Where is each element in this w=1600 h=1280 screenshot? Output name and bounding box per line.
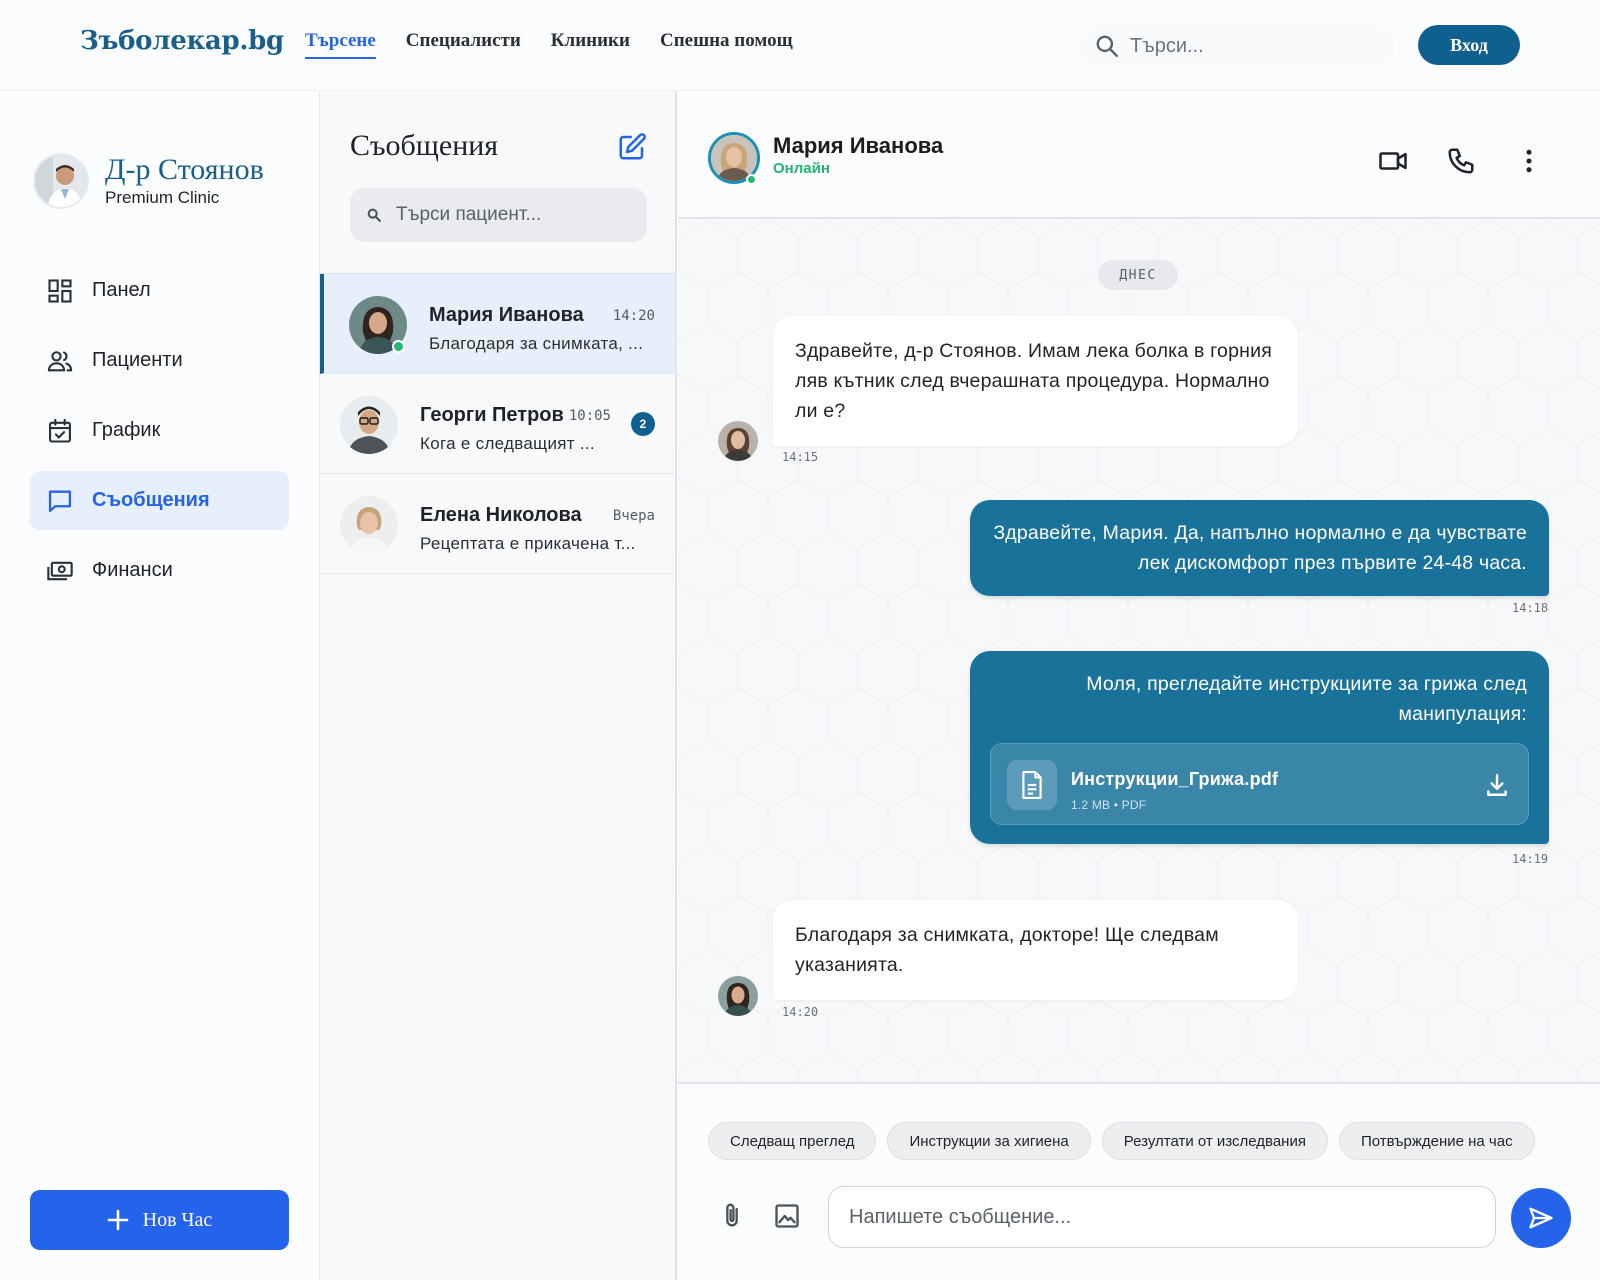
sender-avatar [718, 976, 758, 1016]
message-time: 14:18 [1512, 601, 1549, 615]
sidebar-item-label: Финанси [92, 559, 173, 581]
send-icon [1529, 1207, 1553, 1229]
message-composer: Следващ преглед Инструкции за хигиена Ре… [678, 1082, 1600, 1280]
sidebar-item-label: График [92, 419, 161, 441]
patient-search-input[interactable] [396, 204, 636, 226]
sidebar: Д-р Стоянов Premium Clinic Панел Пациент… [0, 91, 320, 1280]
online-indicator [746, 174, 757, 185]
doctor-profile[interactable]: Д-р Стоянов Premium Clinic [33, 153, 264, 209]
sender-avatar [718, 421, 758, 461]
sidebar-item-dashboard[interactable]: Панел [30, 261, 289, 320]
chat-icon [48, 490, 72, 512]
nav-link-specialists[interactable]: Специалисти [406, 30, 521, 59]
quick-reply-chip[interactable]: Инструкции за хигиена [887, 1122, 1091, 1160]
online-indicator [392, 340, 405, 353]
more-options-icon[interactable] [1514, 146, 1544, 176]
global-search-input[interactable] [1130, 34, 1370, 58]
phone-icon[interactable] [1446, 146, 1476, 176]
conversation-panel: Съобщения Мария Иванова 14:20 Благодаря … [320, 91, 677, 1280]
message-bubble-incoming: Благодаря за снимката, докторе! Ще следв… [773, 900, 1298, 1000]
quick-reply-chip[interactable]: Резултати от изследвания [1101, 1122, 1328, 1160]
sidebar-item-messages[interactable]: Съобщения [30, 471, 289, 530]
conversation-preview: Рецептата е прикачена т... [420, 534, 636, 553]
search-icon [1096, 35, 1118, 57]
message-bubble-outgoing: Здравейте, Мария. Да, напълно нормално е… [970, 500, 1549, 596]
conversation-item[interactable]: Мария Иванова 14:20 Благодаря за снимкат… [320, 274, 675, 374]
sidebar-item-patients[interactable]: Пациенти [30, 331, 289, 390]
doctor-name: Д-р Стоянов [105, 153, 264, 186]
nav-link-emergency[interactable]: Спешна помощ [660, 30, 793, 59]
download-icon[interactable] [1484, 772, 1510, 798]
message-bubble-outgoing: Моля, прегледайте инструкциите за грижа … [970, 651, 1549, 844]
money-icon [47, 561, 73, 580]
nav-link-search[interactable]: Търсене [305, 30, 376, 59]
file-icon-container [1007, 760, 1057, 810]
image-icon[interactable] [773, 1202, 801, 1230]
quick-reply-chip[interactable]: Следващ преглед [708, 1122, 877, 1160]
paperclip-icon[interactable] [718, 1202, 746, 1230]
video-call-icon[interactable] [1378, 146, 1408, 176]
conversation-name: Георги Петров [420, 404, 564, 426]
file-meta: 1.2 MB • PDF [1071, 798, 1147, 812]
top-navigation: Зъболекар.bg Търсене Специалисти Клиники… [0, 0, 1600, 91]
users-icon [47, 350, 73, 371]
conversation-time: Вчера [612, 508, 655, 524]
sidebar-item-label: Панел [92, 279, 151, 301]
conversation-item[interactable]: Елена Николова Вчера Рецептата е прикаче… [320, 474, 675, 574]
message-time: 14:19 [1512, 852, 1549, 866]
quick-reply-chip[interactable]: Потвърждение на час [1338, 1122, 1535, 1160]
message-text: Моля, прегледайте инструкциите за грижа … [1086, 673, 1527, 725]
calendar-icon [49, 418, 71, 443]
login-button[interactable]: Вход [1418, 25, 1520, 65]
compose-icon[interactable] [617, 132, 647, 162]
message-bubble-incoming: Здравейте, д-р Стоянов. Имам лека болка … [773, 316, 1298, 446]
search-icon [367, 208, 381, 222]
message-time: 14:20 [782, 1005, 819, 1019]
main-nav: Търсене Специалисти Клиники Спешна помощ [305, 30, 793, 59]
sidebar-item-label: Съобщения [92, 489, 210, 511]
global-search [1080, 25, 1395, 67]
new-appointment-button[interactable]: Нов Час [30, 1190, 289, 1250]
contact-name: Мария Иванова [773, 133, 944, 158]
file-attachment[interactable]: Инструкции_Грижа.pdf 1.2 MB • PDF [990, 743, 1529, 825]
new-appointment-label: Нов Час [142, 1208, 213, 1231]
conversation-list: Мария Иванова 14:20 Благодаря за снимкат… [320, 273, 675, 574]
brand-logo[interactable]: Зъболекар.bg [80, 26, 284, 56]
doctor-avatar [33, 153, 89, 209]
conversations-title: Съобщения [350, 129, 499, 162]
clinic-name: Premium Clinic [105, 188, 220, 207]
patient-search [350, 188, 647, 242]
sidebar-item-finance[interactable]: Финанси [30, 541, 289, 600]
day-separator: ДНЕС [1098, 260, 1178, 290]
conversation-time: 10:05 [568, 408, 611, 424]
send-button[interactable] [1511, 1188, 1571, 1248]
conversation-name: Елена Николова [420, 504, 582, 526]
conversation-time: 14:20 [612, 308, 655, 324]
conversation-preview: Благодаря за снимката, ... [429, 334, 644, 353]
sidebar-item-label: Пациенти [92, 349, 183, 371]
chat-header: Мария Иванова Онлайн [678, 99, 1600, 219]
message-time: 14:15 [782, 450, 819, 464]
conversation-preview: Кога е следващият ... [420, 434, 595, 453]
chat-panel: Мария Иванова Онлайн ДНЕС Здравейте, д-р… [678, 91, 1600, 1280]
patient-avatar [340, 496, 398, 554]
document-icon [1022, 771, 1042, 799]
quick-replies: Следващ преглед Инструкции за хигиена Ре… [708, 1122, 1535, 1160]
message-thread: ДНЕС Здравейте, д-р Стоянов. Имам лека б… [678, 220, 1600, 1082]
unread-badge: 2 [631, 412, 655, 436]
patient-avatar [340, 396, 398, 454]
message-input[interactable] [828, 1186, 1496, 1248]
nav-link-clinics[interactable]: Клиники [551, 30, 630, 59]
conversation-name: Мария Иванова [429, 304, 584, 326]
sidebar-menu: Панел Пациенти График Съобщения Финанси [30, 261, 289, 611]
contact-status: Онлайн [773, 160, 830, 177]
dashboard-icon [48, 278, 72, 303]
plus-icon [107, 1209, 128, 1231]
sidebar-item-schedule[interactable]: График [30, 401, 289, 460]
conversation-item[interactable]: Георги Петров 10:05 2 Кога е следващият … [320, 374, 675, 474]
